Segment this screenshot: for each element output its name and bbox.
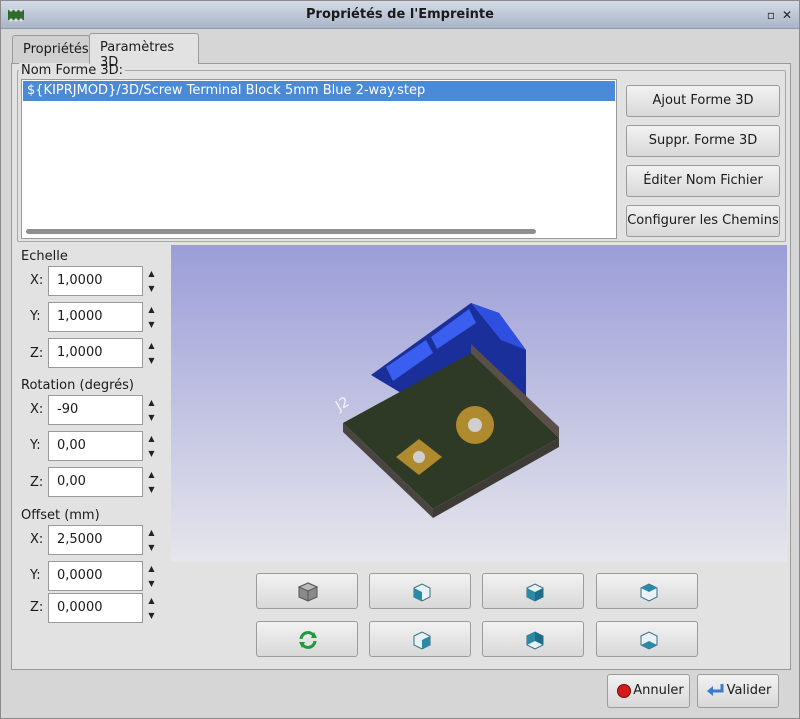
add-shape-button[interactable]: Ajout Forme 3D [626, 85, 780, 117]
window-title: Propriétés de l'Empreinte [306, 7, 494, 22]
spin-up-icon[interactable]: ▲ [144, 431, 159, 446]
view-3d-cube-icon [297, 582, 319, 602]
offset-y-spinner[interactable]: ▲ ▼ [144, 561, 159, 591]
footprint-properties-dialog: Propriétés de l'Empreinte ▫ ✕ Propriétés… [0, 0, 800, 719]
view-left-button[interactable] [369, 573, 471, 609]
spin-down-icon[interactable]: ▼ [144, 608, 159, 623]
view-3d-cube-button[interactable] [256, 573, 358, 609]
scale-label: Echelle [21, 249, 68, 264]
cancel-button[interactable]: Annuler [607, 674, 690, 708]
view-back-button[interactable] [482, 621, 584, 657]
spin-up-icon[interactable]: ▲ [144, 561, 159, 576]
cancel-icon [617, 684, 631, 698]
offset-y-label: Y: [30, 568, 41, 583]
rotation-x-label: X: [30, 402, 44, 417]
spin-down-icon[interactable]: ▼ [144, 540, 159, 555]
offset-y-input[interactable]: 0,0000 [48, 561, 143, 591]
spin-down-icon[interactable]: ▼ [144, 482, 159, 497]
horizontal-scrollbar[interactable] [26, 229, 536, 234]
3d-preview-canvas[interactable]: J2 [171, 245, 787, 562]
spin-up-icon[interactable]: ▲ [144, 395, 159, 410]
configure-paths-button[interactable]: Configurer les Chemins [626, 205, 780, 237]
scale-y-label: Y: [30, 309, 41, 324]
enter-arrow-icon [707, 684, 724, 696]
title-bar: Propriétés de l'Empreinte ▫ ✕ [1, 1, 799, 29]
rotation-y-label: Y: [30, 438, 41, 453]
view-bottom-icon [640, 631, 658, 650]
rotation-x-input[interactable]: -90 [48, 395, 143, 425]
3d-model-render: J2 [332, 303, 559, 518]
view-front-button[interactable] [482, 573, 584, 609]
offset-label: Offset (mm) [21, 508, 100, 523]
tab-proprietes[interactable]: Propriétés [12, 35, 90, 63]
offset-z-label: Z: [30, 600, 44, 615]
view-bottom-button[interactable] [596, 621, 698, 657]
view-front-icon [526, 583, 544, 602]
reload-icon [299, 631, 317, 649]
scale-x-spinner[interactable]: ▲ ▼ [144, 266, 159, 296]
spin-up-icon[interactable]: ▲ [144, 302, 159, 317]
close-icon[interactable]: ✕ [780, 8, 794, 22]
rotation-label: Rotation (degrés) [21, 378, 134, 393]
offset-x-spinner[interactable]: ▲ ▼ [144, 525, 159, 555]
rotation-y-spinner[interactable]: ▲ ▼ [144, 431, 159, 461]
rotation-z-input[interactable]: 0,00 [48, 467, 143, 497]
edit-filename-button[interactable]: Éditer Nom Fichier [626, 165, 780, 197]
spin-down-icon[interactable]: ▼ [144, 317, 159, 332]
view-back-icon [526, 631, 544, 650]
spin-up-icon[interactable]: ▲ [144, 467, 159, 482]
reload-button[interactable] [256, 621, 358, 657]
scale-y-spinner[interactable]: ▲ ▼ [144, 302, 159, 332]
tab-parametres-3d[interactable]: Paramètres 3D [89, 33, 199, 70]
offset-x-input[interactable]: 2,5000 [48, 525, 143, 555]
scale-x-label: X: [30, 273, 44, 288]
rotation-z-label: Z: [30, 475, 44, 490]
offset-z-spinner[interactable]: ▲ ▼ [144, 593, 159, 623]
spin-up-icon[interactable]: ▲ [144, 338, 159, 353]
view-top-button[interactable] [596, 573, 698, 609]
cancel-label: Annuler [633, 683, 684, 698]
spin-up-icon[interactable]: ▲ [144, 266, 159, 281]
spin-down-icon[interactable]: ▼ [144, 353, 159, 368]
scale-z-label: Z: [30, 346, 44, 361]
view-right-button[interactable] [369, 621, 471, 657]
scale-y-input[interactable]: 1,0000 [48, 302, 143, 332]
maximize-icon[interactable]: ▫ [764, 8, 778, 22]
offset-x-label: X: [30, 532, 44, 547]
spin-down-icon[interactable]: ▼ [144, 446, 159, 461]
silkscreen-label: J2 [332, 394, 352, 415]
scale-x-input[interactable]: 1,0000 [48, 266, 143, 296]
spin-down-icon[interactable]: ▼ [144, 576, 159, 591]
pad-hole [413, 451, 425, 463]
scale-z-spinner[interactable]: ▲ ▼ [144, 338, 159, 368]
rotation-y-input[interactable]: 0,00 [48, 431, 143, 461]
offset-z-input[interactable]: 0,0000 [48, 593, 143, 623]
view-top-icon [640, 583, 658, 602]
scale-z-input[interactable]: 1,0000 [48, 338, 143, 368]
rotation-z-spinner[interactable]: ▲ ▼ [144, 467, 159, 497]
spin-up-icon[interactable]: ▲ [144, 593, 159, 608]
pad-hole [468, 418, 482, 432]
remove-shape-button[interactable]: Suppr. Forme 3D [626, 125, 780, 157]
view-right-icon [413, 631, 431, 650]
shape-list[interactable]: ${KIPRJMOD}/3D/Screw Terminal Block 5mm … [21, 79, 617, 239]
ok-label: Valider [726, 683, 772, 698]
list-item[interactable]: ${KIPRJMOD}/3D/Screw Terminal Block 5mm … [23, 81, 615, 101]
rotation-x-spinner[interactable]: ▲ ▼ [144, 395, 159, 425]
spin-up-icon[interactable]: ▲ [144, 525, 159, 540]
spin-down-icon[interactable]: ▼ [144, 410, 159, 425]
ok-button[interactable]: Valider [697, 674, 779, 708]
spin-down-icon[interactable]: ▼ [144, 281, 159, 296]
view-left-icon [413, 583, 431, 602]
